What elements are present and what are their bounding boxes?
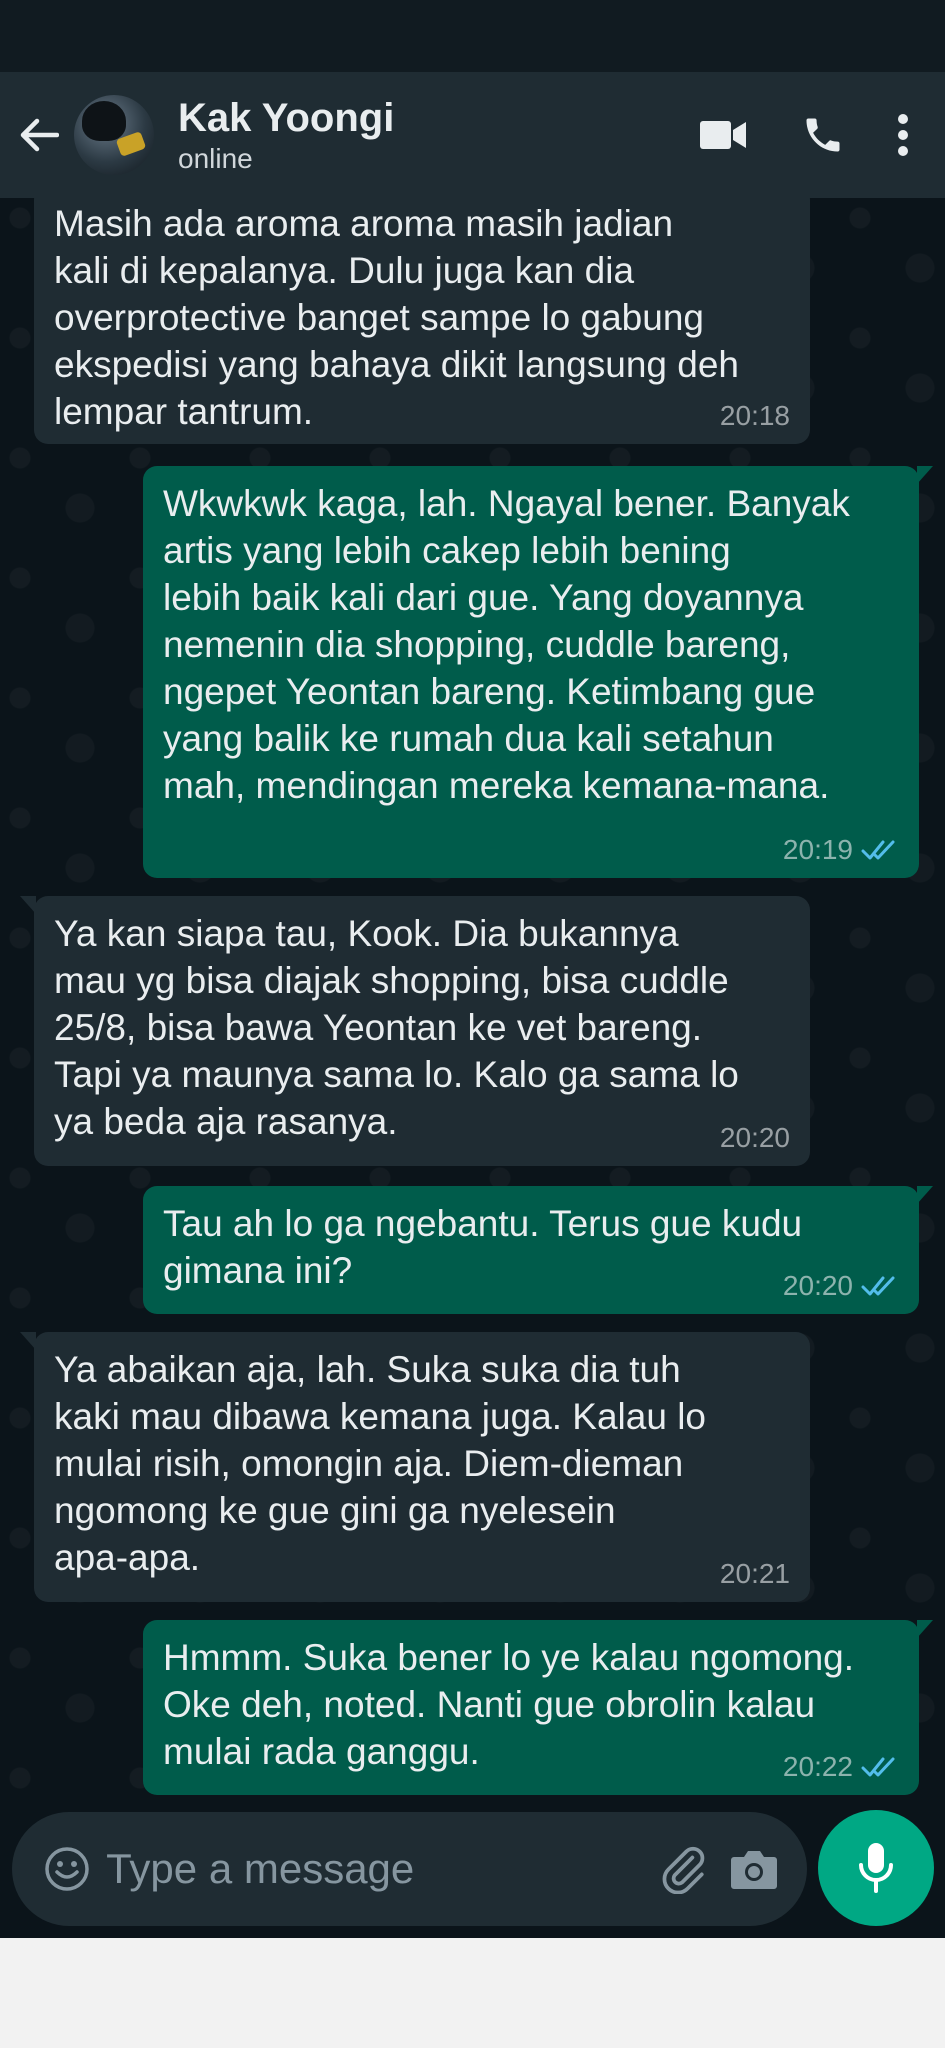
chat-header: Kak Yoongi online — [0, 72, 945, 198]
outgoing-message[interactable]: Tau ah lo ga ngebantu. Terus gue kudu gi… — [143, 1186, 933, 1314]
incoming-message[interactable]: Ya abaikan aja, lah. Suka suka dia tuh k… — [20, 1332, 810, 1602]
contact-status: online — [178, 143, 253, 174]
contact-avatar[interactable] — [74, 95, 154, 175]
outgoing-message[interactable]: Hmmm. Suka bener lo ye kalau ngomong. Ok… — [143, 1620, 933, 1795]
arrow-left-icon — [20, 118, 59, 152]
phone-icon — [806, 118, 840, 152]
more-options-button[interactable] — [873, 72, 933, 198]
camera-icon — [730, 1851, 777, 1889]
bubble-tail — [917, 466, 933, 484]
status-bar — [0, 0, 945, 72]
voice-call-button[interactable] — [773, 72, 873, 198]
bubble-tail — [20, 1332, 36, 1350]
input-bar — [12, 1812, 807, 1926]
microphone-icon — [859, 1843, 893, 1893]
paperclip-icon — [662, 1846, 704, 1894]
emoji-icon — [45, 1847, 89, 1891]
message-text: Ya kan siapa tau, Kook. Dia bukannya mau… — [54, 913, 739, 1142]
message-meta: 20:20 — [720, 1122, 790, 1154]
more-vertical-icon — [898, 114, 908, 156]
message-time: 20:21 — [719, 1558, 790, 1589]
bubble-tail — [917, 1620, 933, 1638]
message-time: 20:20 — [782, 1270, 853, 1301]
message-meta: 20:22 — [783, 1751, 899, 1783]
message-time: 20:19 — [782, 834, 853, 865]
message-time: 20:18 — [719, 400, 790, 431]
system-navigation-bar — [0, 1938, 945, 2048]
emoji-button[interactable] — [36, 1834, 98, 1904]
camera-button[interactable] — [718, 1829, 789, 1909]
video-call-button[interactable] — [673, 72, 773, 198]
read-ticks-icon — [861, 840, 895, 860]
message-list[interactable]: Masih ada aroma aroma masih jadian kali … — [0, 198, 945, 1810]
contact-info[interactable]: Kak Yoongi online — [178, 94, 673, 176]
message-meta: 20:18 — [720, 400, 790, 432]
contact-name: Kak Yoongi — [178, 96, 395, 140]
incoming-message[interactable]: Ya kan siapa tau, Kook. Dia bukannya mau… — [20, 896, 810, 1166]
message-time: 20:22 — [782, 1751, 853, 1782]
message-time: 20:20 — [719, 1122, 790, 1153]
bubble-tail — [917, 1186, 933, 1204]
message-text: Wkwkwk kaga, lah. Ngayal bener. Banyak a… — [163, 483, 850, 806]
outgoing-message[interactable]: Wkwkwk kaga, lah. Ngayal bener. Banyak a… — [143, 466, 933, 878]
read-ticks-icon — [861, 1276, 895, 1296]
back-button[interactable] — [8, 72, 70, 198]
message-text: Masih ada aroma aroma masih jadian kali … — [54, 203, 739, 432]
attach-button[interactable] — [647, 1829, 718, 1909]
incoming-message[interactable]: Masih ada aroma aroma masih jadian kali … — [34, 198, 810, 444]
message-composer — [0, 1810, 945, 1938]
message-meta: 20:20 — [783, 1270, 899, 1302]
message-text: Ya abaikan aja, lah. Suka suka dia tuh k… — [54, 1349, 706, 1578]
message-meta: 20:19 — [783, 834, 899, 866]
read-ticks-icon — [861, 1757, 895, 1777]
voice-message-button[interactable] — [818, 1810, 934, 1926]
message-input[interactable] — [106, 1834, 648, 1904]
video-camera-icon — [700, 121, 746, 149]
message-meta: 20:21 — [720, 1558, 790, 1590]
bubble-tail — [20, 896, 36, 914]
